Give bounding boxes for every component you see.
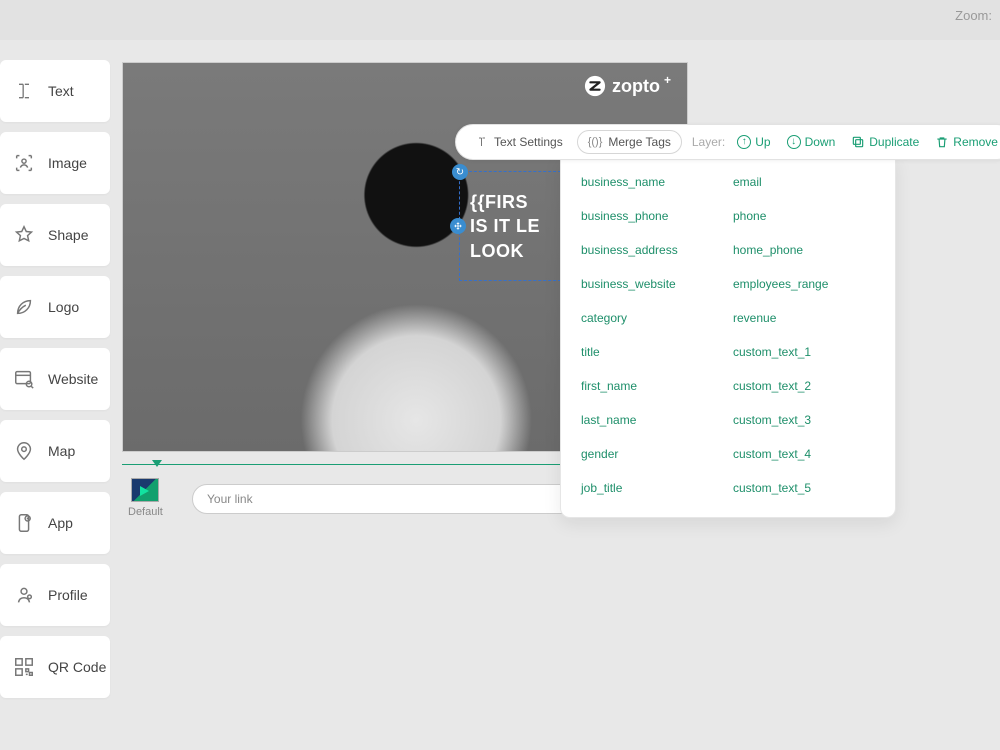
link-placeholder: Your link (207, 492, 253, 506)
variant-thumbnail (131, 478, 159, 502)
merge-tag-item[interactable]: revenue (733, 311, 875, 325)
arrow-down-icon: ↓ (787, 135, 801, 149)
brand-name: zopto (612, 76, 660, 97)
duplicate-button[interactable]: Duplicate (845, 133, 925, 151)
duplicate-icon (851, 135, 865, 149)
merge-tag-item[interactable]: phone (733, 209, 875, 223)
text-cursor-icon (12, 79, 36, 103)
sidebar-item-image[interactable]: Image (0, 132, 110, 194)
brand-badge: zopto + (584, 75, 673, 97)
remove-button[interactable]: Remove (929, 133, 1000, 151)
variant-label: Default (128, 506, 163, 518)
sidebar-item-label: Profile (48, 587, 88, 603)
sidebar-item-label: Map (48, 443, 75, 459)
trash-icon (935, 135, 949, 149)
qr-code-icon (12, 655, 36, 679)
map-pin-icon (12, 439, 36, 463)
merge-tag-item[interactable]: business_phone (581, 209, 723, 223)
brand-plus-icon: + (664, 73, 671, 87)
profile-icon (12, 583, 36, 607)
merge-tag-item[interactable]: custom_text_5 (733, 481, 875, 495)
sidebar-item-app[interactable]: App (0, 492, 110, 554)
tab-text-settings[interactable]: Text Settings (466, 131, 573, 153)
merge-tag-item[interactable]: business_address (581, 243, 723, 257)
sidebar-item-label: QR Code (48, 659, 106, 675)
sidebar-item-label: Website (48, 371, 98, 387)
merge-tags-dropdown: business_name email business_phone phone… (560, 156, 896, 518)
merge-tag-item[interactable]: business_name (581, 175, 723, 189)
sidebar-item-label: Text (48, 83, 74, 99)
merge-tag-item[interactable]: email (733, 175, 875, 189)
zoom-label: Zoom: (955, 8, 992, 23)
sidebar-item-qrcode[interactable]: QR Code (0, 636, 110, 698)
sidebar-item-label: Image (48, 155, 87, 171)
merge-tag-item[interactable]: custom_text_1 (733, 345, 875, 359)
merge-tag-item[interactable]: home_phone (733, 243, 875, 257)
layer-up-button[interactable]: ↑ Up (731, 133, 776, 151)
merge-tag-item[interactable]: custom_text_3 (733, 413, 875, 427)
star-icon (12, 223, 36, 247)
move-handle-icon[interactable] (450, 218, 466, 234)
merge-tag-item[interactable]: category (581, 311, 723, 325)
variant-default[interactable]: Default (128, 478, 163, 518)
merge-tag-item[interactable]: job_title (581, 481, 723, 495)
sidebar-item-map[interactable]: Map (0, 420, 110, 482)
merge-tag-item[interactable]: first_name (581, 379, 723, 393)
sidebar-item-logo[interactable]: Logo (0, 276, 110, 338)
sidebar-item-text[interactable]: Text (0, 60, 110, 122)
merge-tag-item[interactable]: custom_text_2 (733, 379, 875, 393)
tab-merge-tags[interactable]: {()} Merge Tags (577, 130, 682, 154)
sidebar-item-label: Shape (48, 227, 88, 243)
merge-tag-item[interactable]: last_name (581, 413, 723, 427)
sidebar-item-shape[interactable]: Shape (0, 204, 110, 266)
phone-app-icon (12, 511, 36, 535)
arrow-up-icon: ↑ (737, 135, 751, 149)
sidebar-item-label: Logo (48, 299, 79, 315)
merge-tag-item[interactable]: business_website (581, 277, 723, 291)
topbar: Zoom: (0, 0, 1000, 40)
leaf-icon (12, 295, 36, 319)
merge-tag-item[interactable]: custom_text_4 (733, 447, 875, 461)
merge-tags-grid: business_name email business_phone phone… (581, 175, 875, 495)
element-toolbar: Text Settings {()} Merge Tags Layer: ↑ U… (455, 124, 1000, 160)
browser-search-icon (12, 367, 36, 391)
merge-tag-item[interactable]: gender (581, 447, 723, 461)
merge-tag-item[interactable]: employees_range (733, 277, 875, 291)
sidebar-item-label: App (48, 515, 73, 531)
braces-icon: {()} (588, 136, 603, 148)
sidebar-item-website[interactable]: Website (0, 348, 110, 410)
ruler-marker-icon[interactable] (150, 458, 164, 472)
rotate-handle-icon[interactable]: ↻ (452, 164, 468, 180)
sidebar-item-profile[interactable]: Profile (0, 564, 110, 626)
sidebar: Text Image Shape Logo Website Map App (0, 60, 110, 708)
person-scan-icon (12, 151, 36, 175)
layer-down-button[interactable]: ↓ Down (781, 133, 842, 151)
merge-tag-item[interactable]: title (581, 345, 723, 359)
layer-label: Layer: (692, 135, 725, 149)
